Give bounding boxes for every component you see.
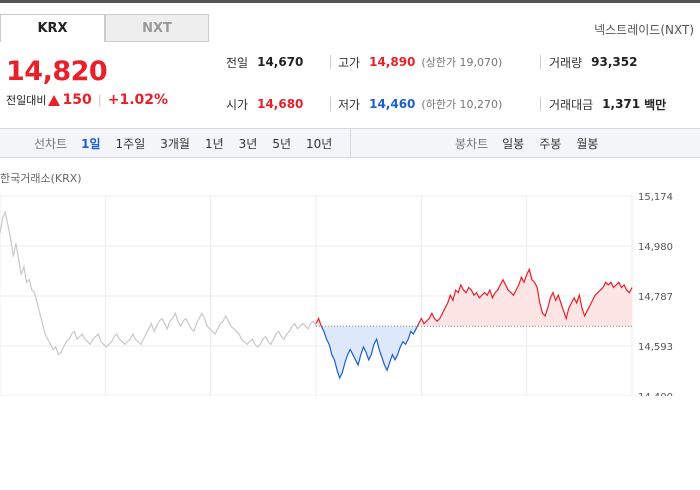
volume-value: 93,352 [591, 55, 638, 69]
candle-chart-periods: 봉차트 일봉 주봉 월봉 [455, 129, 613, 157]
current-price: 14,820 [6, 56, 108, 87]
candle-daily[interactable]: 일봉 [502, 135, 524, 152]
open-value: 14,680 [257, 97, 304, 111]
divider [540, 55, 541, 69]
series-today-fill-down [321, 326, 418, 378]
period-1w[interactable]: 1주일 [116, 135, 146, 152]
change-value: 150 [62, 92, 92, 108]
y-tick-label: 14,787 [638, 292, 673, 303]
market-tabs: KRX NXT [0, 14, 209, 42]
tab-krx[interactable]: KRX [0, 14, 105, 42]
chart-fills [316, 269, 632, 378]
volume: 거래량 93,352 [549, 51, 637, 73]
divider [330, 97, 331, 111]
y-tick-label: 15,174 [638, 192, 673, 203]
series-previous-day-line [0, 210, 317, 356]
candle-chart-label: 봉차트 [455, 136, 489, 151]
y-tick-label: 14,593 [638, 342, 673, 353]
period-3m[interactable]: 3개월 [160, 135, 190, 152]
lower-limit: (하한가 10,270) [421, 98, 503, 111]
open-price: 시가 14,680 [226, 93, 303, 115]
low-value: 14,460 [369, 97, 416, 111]
prev-close-value: 14,670 [257, 55, 304, 69]
period-1d[interactable]: 1일 [81, 135, 100, 152]
period-3y[interactable]: 3년 [239, 135, 258, 152]
y-tick-label: 14,400 [638, 392, 673, 396]
y-tick-label: 14,980 [638, 242, 673, 253]
intraday-price-chart[interactable]: 15,174 14,980 14,787 14,593 14,400 [0, 182, 700, 396]
prev-close-label: 전일 [226, 55, 249, 70]
amount-label: 거래대금 [549, 97, 594, 112]
open-label: 시가 [226, 97, 249, 112]
day-low: 저가 14,460 (하한가 10,270) [338, 93, 502, 115]
line-chart-periods: 선차트 1일 1주일 3개월 1년 3년 5년 10년 [34, 129, 347, 157]
trade-amount: 거래대금 1,371 백만 [549, 93, 666, 115]
upper-limit: (상한가 19,070) [421, 56, 503, 69]
amount-unit: 백만 [644, 97, 667, 112]
line-chart-label: 선차트 [34, 136, 68, 151]
candle-monthly[interactable]: 월봉 [576, 135, 598, 152]
change-percent: +1.02% [107, 92, 169, 108]
period-5y[interactable]: 5년 [272, 135, 291, 152]
low-label: 저가 [338, 97, 361, 112]
change-label: 전일대비 [6, 94, 47, 107]
amount-value: 1,371 [602, 97, 641, 111]
high-label: 고가 [338, 55, 361, 70]
y-axis: 15,174 14,980 14,787 14,593 14,400 [638, 192, 673, 396]
top-border [0, 0, 700, 3]
candle-weekly[interactable]: 주봉 [539, 135, 561, 152]
period-1y[interactable]: 1년 [205, 135, 224, 152]
nxt-link[interactable]: 넥스트레이드(NXT) [594, 21, 694, 38]
up-arrow-icon [48, 94, 61, 106]
period-bar-divider [350, 129, 351, 157]
high-value: 14,890 [369, 55, 416, 69]
volume-label: 거래량 [549, 55, 583, 70]
tab-nxt[interactable]: NXT [105, 14, 209, 42]
price-change: 전일대비 150 | +1.02% [6, 92, 168, 108]
divider [330, 55, 331, 69]
prev-close: 전일 14,670 [226, 51, 303, 73]
divider [540, 97, 541, 111]
chart-period-bar: 선차트 1일 1주일 3개월 1년 3년 5년 10년 봉차트 일봉 주봉 월봉 [0, 128, 700, 158]
change-divider: | [97, 93, 102, 107]
quote-summary: 전일 14,670 고가 14,890 (상한가 19,070) 거래량 93,… [210, 50, 700, 124]
day-high: 고가 14,890 (상한가 19,070) [338, 51, 502, 73]
period-10y[interactable]: 10년 [306, 135, 332, 152]
